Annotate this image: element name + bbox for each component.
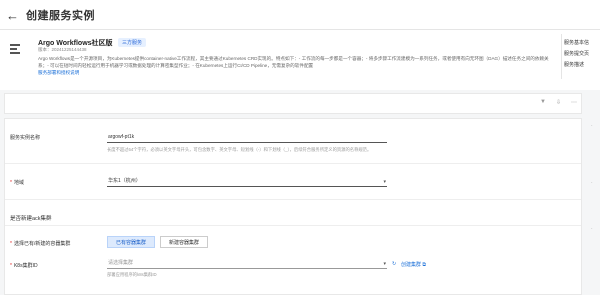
- back-arrow-icon[interactable]: ←: [6, 8, 20, 23]
- anchor-submit-page[interactable]: 服务提交页: [564, 49, 600, 60]
- argo-logo-icon: [10, 44, 28, 54]
- filter-icon[interactable]: ▼: [540, 99, 546, 106]
- row-divider: [5, 163, 581, 164]
- anchor-description[interactable]: 服务描述: [564, 60, 600, 71]
- service-version: 版本：20241225144438: [38, 47, 87, 52]
- download-icon[interactable]: ⇩: [556, 99, 561, 106]
- toolbar-panel: ▼ ⇩ ⋯: [4, 93, 582, 114]
- page-header: ← 创建服务实例: [0, 0, 600, 30]
- header-divider: [0, 29, 600, 30]
- k8s-cluster-placeholder: 请选择集群: [108, 260, 134, 266]
- region-select[interactable]: 华东1（杭州） ▾: [107, 177, 387, 187]
- collapse-mark-icon: ·: [591, 180, 593, 186]
- section-divider: [5, 225, 581, 226]
- service-description: Argo Workflows是一个开源项目，为Kubernetes提供conta…: [38, 56, 549, 68]
- new-cluster-option[interactable]: 新建容器集群: [160, 236, 208, 248]
- more-icon[interactable]: ⋯: [571, 99, 577, 106]
- collapse-mark-icon: ·: [591, 226, 593, 232]
- instance-name-label: 服务实例名称: [10, 135, 41, 141]
- section-title: 是否新建ack集群: [10, 216, 52, 222]
- row-divider: [5, 199, 581, 200]
- page: ← 创建服务实例 Argo Workflows社区版 三方服务 版本：20241…: [0, 0, 600, 295]
- side-divider: [561, 34, 562, 79]
- service-card: Argo Workflows社区版 三方服务 版本：20241225144438…: [8, 36, 561, 86]
- region-label: * 地域: [10, 180, 24, 186]
- service-doc-link[interactable]: 服务部署和授权说明: [38, 70, 79, 76]
- cluster-choice-label: * 选择已有/新建的容器集群: [10, 241, 71, 247]
- anchor-nav: 服务基本信 服务提交页 服务描述: [564, 38, 600, 71]
- existing-cluster-option[interactable]: 已有容器集群: [107, 236, 155, 248]
- region-value: 华东1（杭州）: [108, 178, 141, 184]
- refresh-icon[interactable]: ↻: [392, 261, 396, 267]
- instance-name-input[interactable]: argowf-pt1k: [107, 133, 387, 143]
- page-title: 创建服务实例: [26, 10, 95, 22]
- create-cluster-link[interactable]: 创建集群 ⧉: [401, 261, 426, 268]
- chevron-down-icon: ▾: [383, 261, 386, 267]
- instance-name-hint: 长度不超过64个字符，必须以英文字母开头，可包含数字、英文字母、短划线（-）和下…: [107, 147, 372, 152]
- collapse-mark-icon: ·: [591, 123, 593, 129]
- service-badge: 三方服务: [118, 38, 147, 47]
- chevron-down-icon: ▾: [383, 179, 386, 185]
- k8s-cluster-label: * K8s集群ID: [10, 263, 38, 269]
- k8s-cluster-hint: 部署应用程序的k8s集群ID: [107, 272, 157, 277]
- k8s-cluster-select[interactable]: 请选择集群 ▾: [107, 259, 387, 269]
- anchor-basic-info[interactable]: 服务基本信: [564, 38, 600, 49]
